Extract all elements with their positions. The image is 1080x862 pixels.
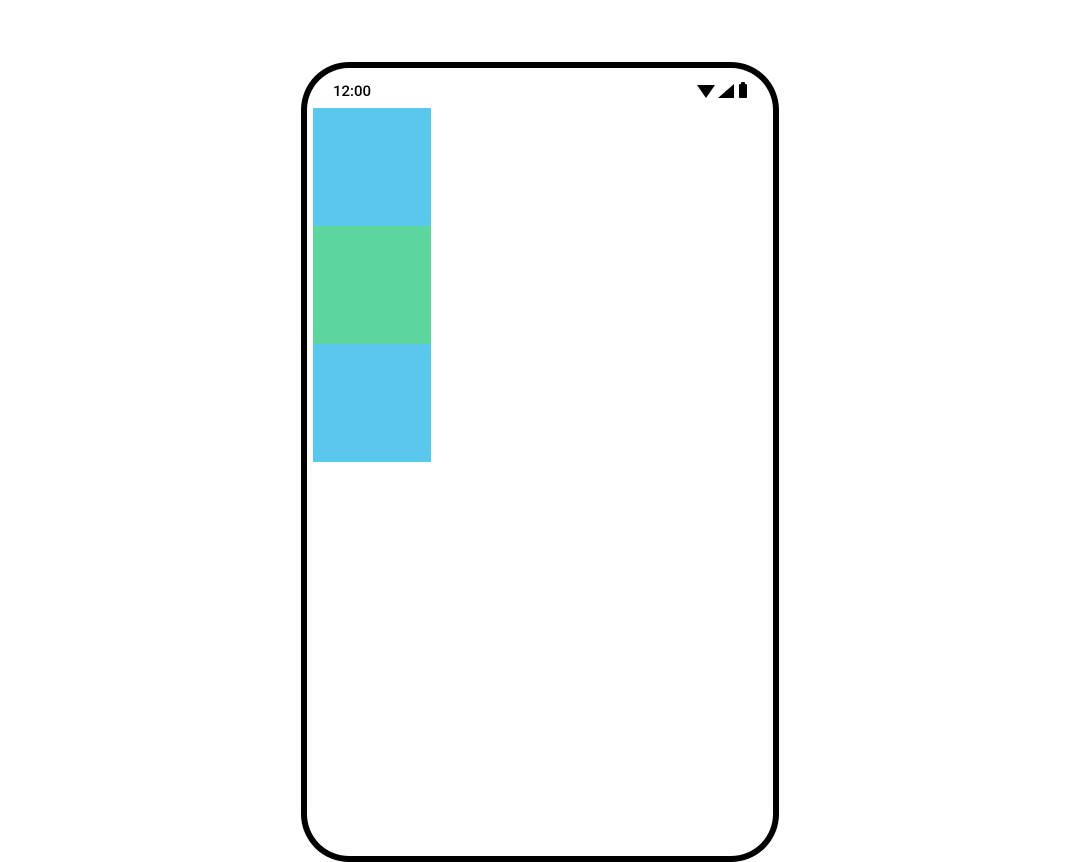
- battery-icon: [739, 84, 747, 98]
- phone-frame: 12:00: [301, 62, 779, 862]
- content-area: [307, 108, 773, 462]
- status-icons: [697, 84, 747, 98]
- color-block-bottom: [313, 344, 431, 462]
- status-bar: 12:00: [307, 68, 773, 108]
- color-column: [313, 108, 431, 462]
- signal-icon: [718, 84, 734, 98]
- color-block-middle: [313, 226, 431, 344]
- status-time: 12:00: [333, 82, 371, 100]
- color-block-top: [313, 108, 431, 226]
- wifi-icon: [697, 85, 715, 98]
